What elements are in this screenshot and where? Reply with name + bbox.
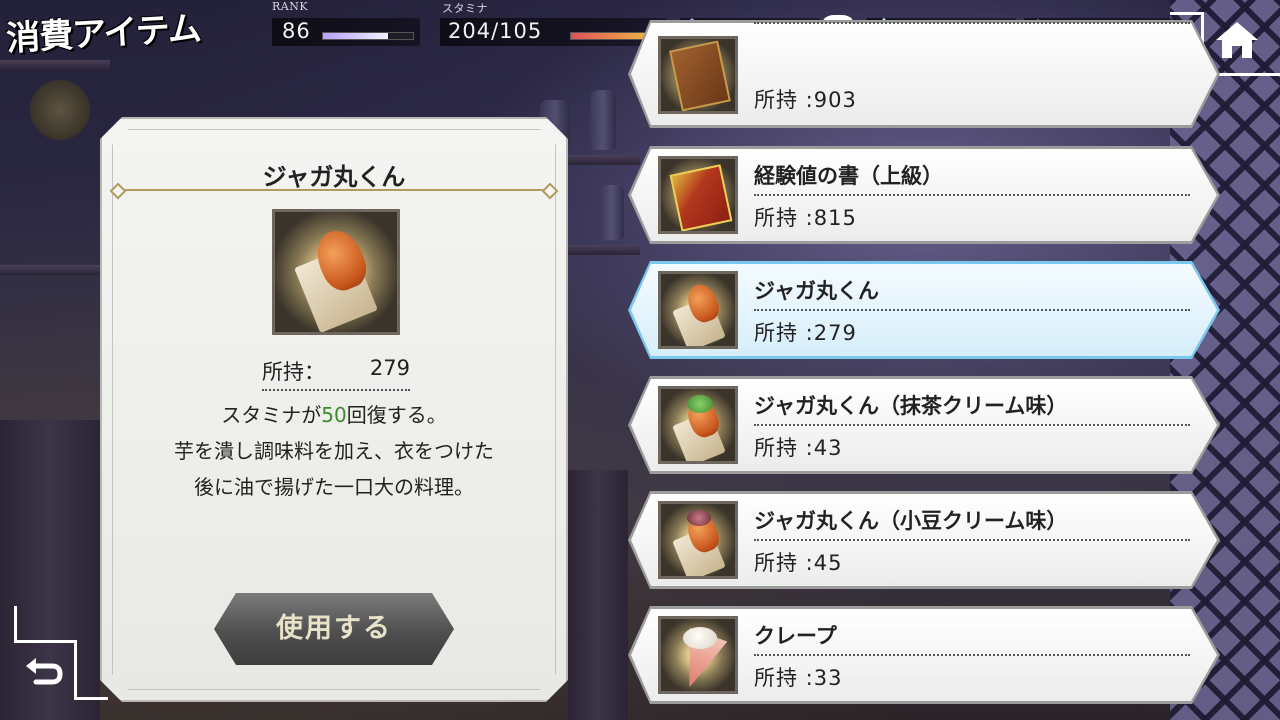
red-tome-icon [658, 36, 738, 114]
desc-prefix: スタミナが [221, 403, 322, 427]
azuki-cream [687, 510, 711, 526]
crepe-icon [658, 616, 738, 694]
jar [590, 90, 616, 150]
item-name: ジャガ丸くん（小豆クリーム味） [754, 505, 1190, 541]
item-owned-count: 所持 :45 [754, 551, 843, 575]
frame-line [14, 606, 17, 640]
description-line-1: スタミナが50回復する。 [102, 397, 566, 433]
item-name: クレープ [754, 620, 1190, 656]
item-owned-count: 所持 :903 [754, 88, 857, 112]
matcha-cream [687, 395, 713, 413]
item-owned-count: 所持 :815 [754, 206, 857, 230]
description-line-3: 後に油で揚げた一口大の料理。 [194, 475, 474, 499]
item-owned-count: 所持 :279 [754, 321, 857, 345]
owned-value: 279 [369, 356, 410, 380]
jar [600, 185, 624, 240]
exp-book-icon [658, 156, 738, 234]
stamina-value: 204/105 [448, 19, 543, 43]
owned-label: 所持： [262, 360, 325, 384]
rank-value: 86 [282, 19, 311, 43]
rank-caption: RANK [272, 0, 309, 13]
item-detail-panel: ジャガ丸くん 所持： 279 スタミナが50回復する。 芋を潰し調味料を加え、衣… [100, 117, 568, 702]
item-name [754, 18, 1190, 24]
item-owned-count: 所持 :33 [754, 666, 843, 690]
desc-suffix: 回復する。 [346, 403, 447, 427]
counter [568, 470, 628, 720]
item-name: ジャガ丸くん（抹茶クリーム味） [754, 390, 1190, 426]
item-list-entry[interactable]: ジャガ丸くん（抹茶クリーム味） 所持 :43 [628, 376, 1220, 474]
whipped-cream [683, 627, 717, 649]
croquette-icon [272, 209, 400, 335]
title-divider [116, 189, 552, 191]
back-arrow-icon[interactable] [22, 650, 66, 694]
stamina-amount: 50 [321, 403, 347, 427]
item-name: ジャガ丸くん [754, 275, 1190, 311]
croquette-icon [658, 271, 738, 349]
shelf [0, 265, 110, 275]
item-list-entry[interactable]: ジャガ丸くん所持 :279 [628, 261, 1220, 359]
matcha-croquette-icon [658, 386, 738, 464]
item-list-entry[interactable]: 経験値の書（上級） 所持 :815 [628, 146, 1220, 244]
screen-title: 消費アイテム [5, 8, 202, 60]
item-owned-count: 所持 :43 [754, 436, 843, 460]
item-detail-title: ジャガ丸くん [262, 163, 406, 191]
use-item-button[interactable]: 使用する [214, 593, 454, 665]
owned-count-line: 所持： 279 [262, 356, 410, 391]
item-list-entry[interactable]: クレープ所持 :33 [628, 606, 1220, 704]
description-line-2: 芋を潰し調味料を加え、衣をつけた [174, 439, 494, 463]
item-description: スタミナが50回復する。 芋を潰し調味料を加え、衣をつけた 後に油で揚げた一口大… [102, 397, 566, 505]
item-name: 経験値の書（上級） [754, 160, 1190, 196]
azuki-croquette-icon [658, 501, 738, 579]
item-list-entry[interactable]: 所持 :903 [628, 20, 1220, 128]
stamina-caption: スタミナ [442, 2, 488, 15]
rank-bar [322, 32, 414, 40]
item-list-entry[interactable]: ジャガ丸くん（小豆クリーム味） 所持 :45 [628, 491, 1220, 589]
rank-bar-fill [323, 33, 388, 39]
shelf [0, 60, 110, 70]
mask-ornament [30, 80, 90, 140]
